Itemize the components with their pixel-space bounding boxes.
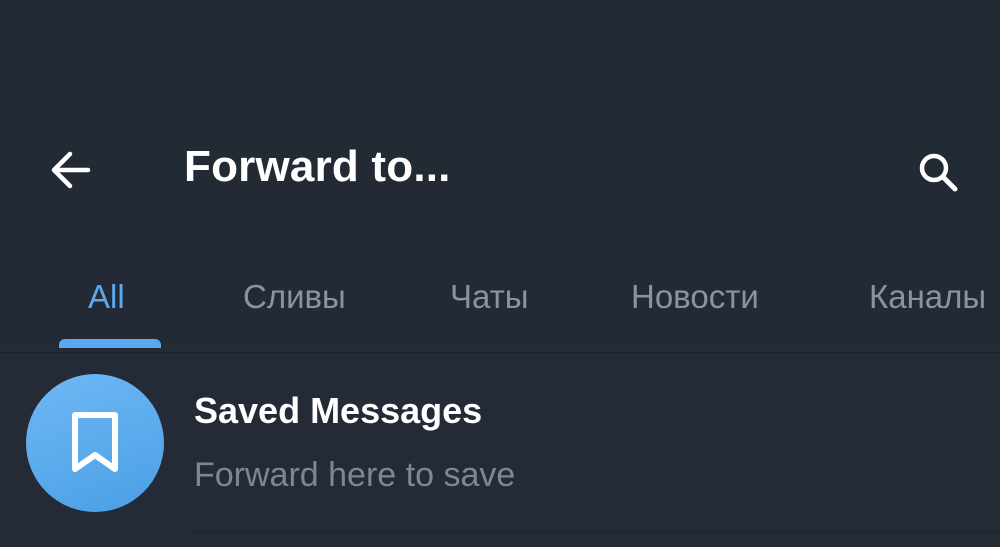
top-app-bar: Forward to... [0, 120, 1000, 220]
arrow-left-icon [51, 151, 91, 189]
tab-label: Каналы [869, 278, 987, 315]
search-icon [919, 153, 958, 192]
page-title: Forward to... [184, 142, 451, 191]
bookmark-icon [72, 412, 118, 472]
tab-label: All [88, 278, 125, 315]
divider [194, 532, 1000, 533]
chat-row-saved-messages[interactable]: Saved Messages Forward here to save [0, 352, 1000, 547]
tab-label: Сливы [243, 278, 346, 315]
back-button[interactable] [40, 140, 100, 200]
forward-screen: Forward to... All Сливы Чаты Новости Кан… [0, 0, 1000, 547]
avatar [26, 374, 164, 512]
search-button[interactable] [906, 140, 970, 204]
tab-label: Чаты [450, 278, 529, 315]
chat-subtitle: Forward here to save [194, 456, 516, 494]
active-tab-indicator [59, 339, 161, 348]
chat-title: Saved Messages [194, 390, 483, 431]
tab-label: Новости [631, 278, 759, 315]
